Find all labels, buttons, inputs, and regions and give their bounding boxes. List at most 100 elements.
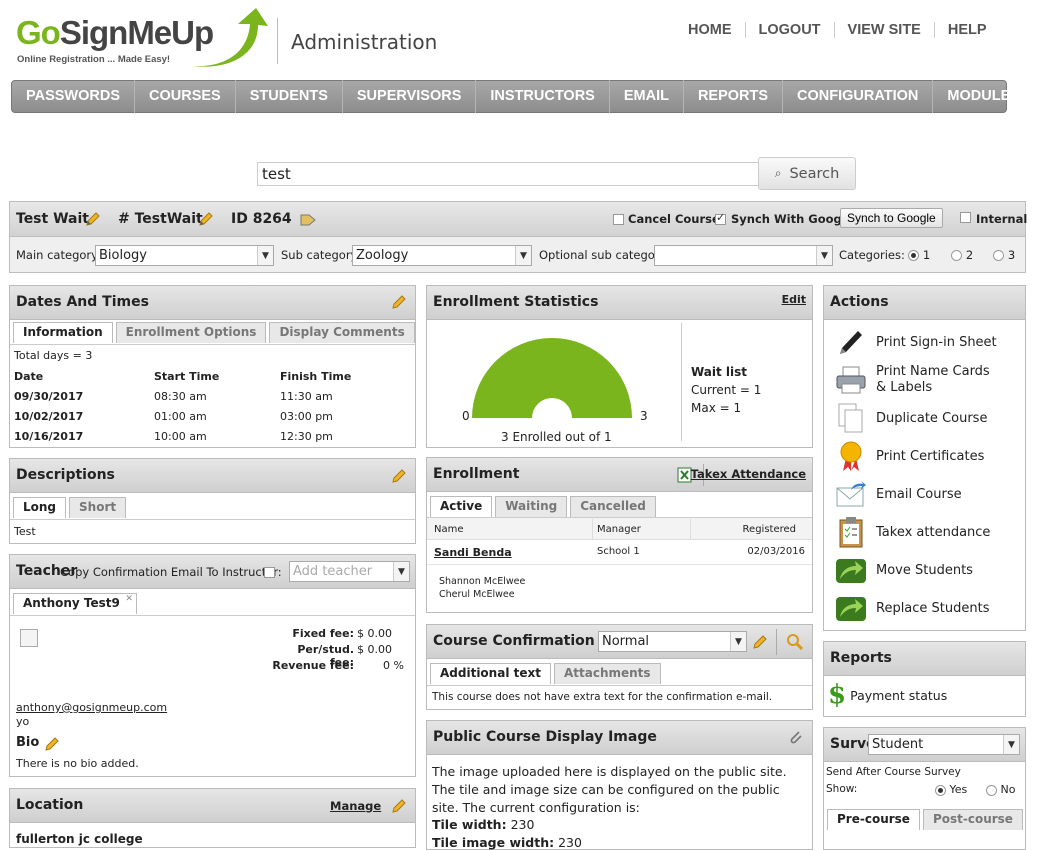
menu-instructors[interactable]: INSTRUCTORS <box>476 80 610 113</box>
menu-supervisors[interactable]: SUPERVISORS <box>343 80 477 113</box>
gauge-min-label: 0 <box>462 409 470 423</box>
tab-enrollment-options[interactable]: Enrollment Options <box>115 322 267 343</box>
takex-attendance-link[interactable]: Takex Attendance <box>691 467 806 481</box>
internal-checkbox[interactable] <box>960 210 971 224</box>
copy-confirmation-checkbox[interactable] <box>264 565 275 579</box>
tab-active[interactable]: Active <box>430 496 493 517</box>
nav-home[interactable]: HOME <box>675 22 745 38</box>
action-replace-students[interactable]: Replace Students <box>834 592 990 624</box>
email-icon <box>836 481 866 507</box>
gosignmeup-logo[interactable]: GoSignMeUp Online Registration ... Made … <box>14 8 269 72</box>
bio-title: Bio <box>16 735 40 750</box>
send-after-label: Send After Course Survey <box>826 766 961 778</box>
nav-help[interactable]: HELP <box>933 22 1000 38</box>
edit-location-pencil-icon[interactable] <box>391 798 407 814</box>
edit-number-pencil-icon[interactable] <box>198 211 214 227</box>
edit-dates-pencil-icon[interactable] <box>391 294 407 310</box>
menu-students[interactable]: STUDENTS <box>236 80 343 113</box>
public-image-text: The image uploaded here is displayed on … <box>432 764 787 815</box>
menu-passwords[interactable]: PASSWORDS <box>12 80 135 113</box>
tab-teacher[interactable]: Anthony Test9 ✕ <box>13 593 137 614</box>
manage-location-link[interactable]: Manage <box>330 799 381 813</box>
teacher-email-link[interactable]: anthony@gosignmeup.com <box>16 701 167 714</box>
action-print-signin[interactable]: Print Sign-in Sheet <box>834 326 997 358</box>
tab-cancelled[interactable]: Cancelled <box>570 496 656 517</box>
tab-additional-text[interactable]: Additional text <box>430 663 551 684</box>
tab-display-comments[interactable]: Display Comments <box>269 322 415 343</box>
table-row-start: 10:00 am <box>154 430 207 443</box>
attach-paperclip-icon[interactable] <box>788 729 804 745</box>
tag-icon[interactable] <box>300 212 316 226</box>
preview-magnifier-icon[interactable] <box>786 633 803 650</box>
student-name-link[interactable]: Sandi Benda <box>434 546 512 559</box>
action-label: Print Certificates <box>876 448 985 464</box>
show-no-radio[interactable]: No <box>986 783 1015 796</box>
menu-configuration[interactable]: CONFIGURATION <box>783 80 934 113</box>
tile-width-label: Tile width: <box>432 817 507 832</box>
sub-category-select[interactable]: Zoology ▼ <box>352 245 532 266</box>
action-email-course[interactable]: Email Course <box>834 478 962 510</box>
registered-column-header: Registered <box>742 524 796 535</box>
confirmation-type-select[interactable]: Normal ▼ <box>598 631 747 652</box>
categories-radio-1[interactable]: 1 <box>908 248 930 262</box>
survey-type-select[interactable]: Student ▼ <box>868 734 1020 755</box>
sub-category-label: Sub category: <box>281 248 361 262</box>
action-duplicate-course[interactable]: Duplicate Course <box>834 402 987 434</box>
student-extra-1: Shannon McElwee <box>439 576 526 587</box>
report-label: Payment status <box>850 687 948 703</box>
menu-modules[interactable]: MODULES <box>933 80 1034 113</box>
tab-waiting[interactable]: Waiting <box>495 496 568 517</box>
report-payment-status[interactable]: $ Payment status <box>828 682 947 708</box>
name-column-header: Name <box>434 524 464 535</box>
main-category-select[interactable]: Biology ▼ <box>95 245 274 266</box>
action-move-students[interactable]: Move Students <box>834 554 973 586</box>
synch-to-google-button[interactable]: Synch to Google <box>840 208 943 228</box>
search-button[interactable]: ⌕ Search <box>758 157 856 190</box>
action-label: Print Name Cards & Labels <box>876 364 990 395</box>
add-teacher-select[interactable]: Add teacher ▼ <box>289 561 410 582</box>
teacher-photo <box>20 629 38 647</box>
gauge-max-label: 3 <box>640 409 648 423</box>
cancel-course-checkbox[interactable] <box>613 212 624 226</box>
synch-google-label: Synch With Google <box>731 212 854 226</box>
action-print-certificates[interactable]: Print Certificates <box>834 440 984 472</box>
perstud-fee-value: $ 0.00 <box>357 643 392 656</box>
tab-pre-course[interactable]: Pre-course <box>827 809 920 830</box>
nav-view-site[interactable]: VIEW SITE <box>833 22 934 38</box>
table-row-finish: 03:00 pm <box>280 410 333 423</box>
copy-confirmation-label: Copy Confirmation Email To Instructor: <box>60 565 282 579</box>
tab-long[interactable]: Long <box>13 497 67 518</box>
edit-confirmation-pencil-icon[interactable] <box>752 634 768 650</box>
edit-bio-pencil-icon[interactable] <box>44 736 60 752</box>
revenue-fee-label: Revenue fee: <box>272 659 354 672</box>
tab-short[interactable]: Short <box>69 497 127 518</box>
descriptions-title: Descriptions <box>16 467 115 483</box>
fixed-fee-label: Fixed fee: <box>292 627 354 640</box>
edit-descriptions-pencil-icon[interactable] <box>391 468 407 484</box>
tab-information[interactable]: Information <box>13 322 113 343</box>
synch-google-checkbox[interactable] <box>715 211 726 226</box>
close-icon[interactable]: ✕ <box>125 594 133 604</box>
menu-courses[interactable]: COURSES <box>135 80 236 113</box>
edit-name-pencil-icon[interactable] <box>85 211 101 227</box>
tab-teacher-label: Anthony Test9 <box>23 596 120 610</box>
optional-category-select[interactable]: ▼ <box>654 245 833 266</box>
show-yes-radio[interactable]: Yes <box>935 783 967 796</box>
course-name: Test Wait <box>16 211 89 227</box>
cancel-course-label: Cancel Course <box>628 212 720 226</box>
add-teacher-placeholder: Add teacher <box>293 564 373 579</box>
action-print-name-cards[interactable]: Print Name Cards & Labels <box>834 364 1001 396</box>
survey-panel: Surve Student ▼ Send After Course Survey … <box>823 727 1026 850</box>
tab-attachments[interactable]: Attachments <box>553 663 661 684</box>
search-input[interactable] <box>257 162 760 186</box>
menu-email[interactable]: EMAIL <box>610 80 684 113</box>
categories-radio-3[interactable]: 3 <box>993 248 1015 262</box>
categories-radio-2[interactable]: 2 <box>951 248 973 262</box>
nav-logout[interactable]: LOGOUT <box>744 22 834 38</box>
action-takex-attendance[interactable]: Takex attendance <box>834 516 990 548</box>
menu-reports[interactable]: REPORTS <box>684 80 784 113</box>
tab-post-course[interactable]: Post-course <box>922 809 1023 830</box>
edit-stats-link[interactable]: Edit <box>782 293 806 306</box>
date-header: Date <box>14 370 44 383</box>
confirmation-text: This course does not have extra text for… <box>432 691 773 703</box>
